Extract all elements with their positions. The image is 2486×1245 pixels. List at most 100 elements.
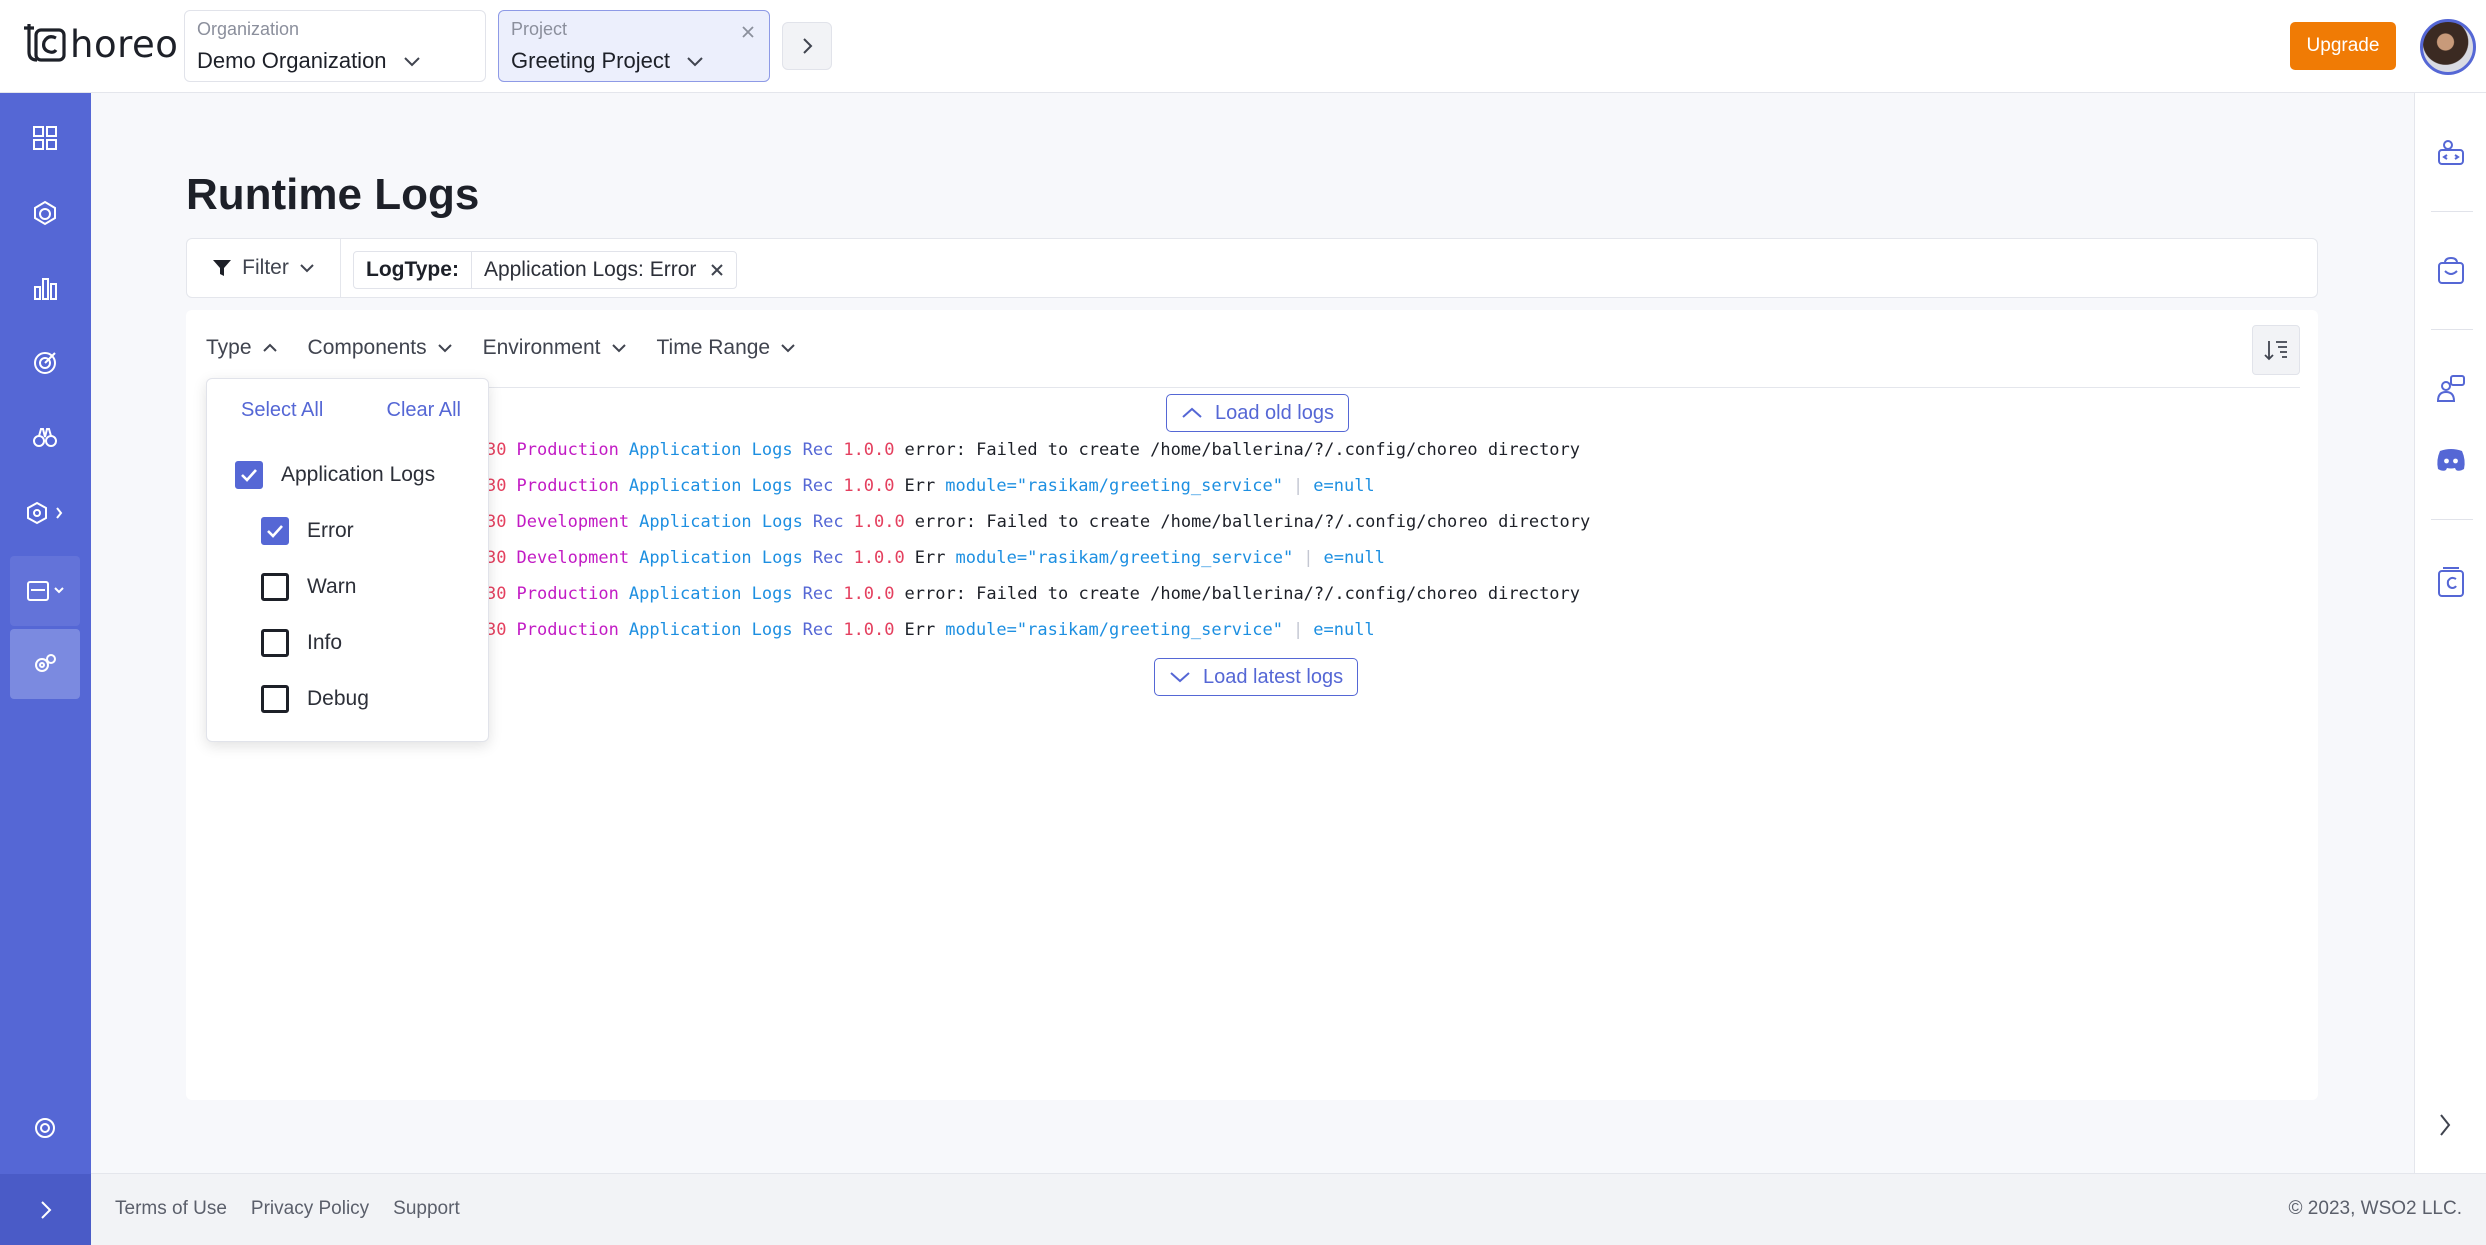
type-option-debug[interactable]: Debug: [261, 685, 369, 713]
tab-environment[interactable]: Environment: [483, 336, 627, 360]
tab-type-label: Type: [206, 336, 252, 359]
log-message: Err: [904, 620, 936, 640]
checkbox-icon[interactable]: [261, 629, 289, 657]
type-option-warn[interactable]: Warn: [261, 573, 356, 601]
gear-icon: [35, 1118, 55, 1138]
rail-expand-icon[interactable]: [2438, 1112, 2452, 1138]
checkbox-icon[interactable]: [261, 685, 289, 713]
choreo-logo[interactable]: horeo: [20, 22, 178, 66]
type-option-error[interactable]: Error: [261, 517, 354, 545]
log-timestamp: 30: [486, 548, 507, 568]
rail-discord-button[interactable]: [2415, 430, 2486, 490]
log-component: Rec: [802, 476, 834, 496]
log-type: Application Logs: [639, 548, 803, 568]
log-environment: Development: [516, 512, 630, 532]
log-timestamp: 30: [486, 512, 507, 532]
log-line: 30 Production Application Logs Rec 1.0.0 Err m…: [486, 612, 1600, 648]
type-option-label: Debug: [307, 687, 369, 710]
log-component: Rec: [802, 440, 834, 460]
organization-label: Organization: [197, 19, 300, 39]
checkbox-icon[interactable]: [261, 573, 289, 601]
sort-button[interactable]: [2252, 325, 2300, 375]
sidebar-item-runtime-logs[interactable]: [10, 629, 80, 699]
log-attribute: module="rasikam/greeting_service": [945, 620, 1283, 640]
load-old-logs-label: Load old logs: [1215, 401, 1334, 424]
filter-bar: Filter LogType: Application Logs: Error: [186, 238, 2318, 298]
load-latest-logs-button[interactable]: Load latest logs: [1154, 658, 1359, 696]
rail-marketplace-button[interactable]: [2415, 241, 2486, 301]
sidebar-item-insights[interactable]: [10, 328, 80, 398]
chevron-down-icon: [781, 344, 795, 353]
logs-panel: Type Components Environment Time Range L…: [186, 310, 2318, 1100]
log-timestamp: 30: [486, 476, 507, 496]
log-line: 30 Development Application Logs Rec 1.0.0 err…: [486, 504, 1600, 540]
clear-all-button[interactable]: Clear All: [387, 399, 461, 422]
tab-type[interactable]: Type: [206, 336, 278, 360]
close-icon[interactable]: [710, 263, 724, 277]
filter-button[interactable]: Filter: [187, 239, 341, 297]
terms-link[interactable]: Terms of Use: [115, 1198, 227, 1220]
next-level-button[interactable]: [782, 22, 832, 70]
privacy-link[interactable]: Privacy Policy: [251, 1198, 369, 1220]
log-version: 1.0.0: [843, 620, 895, 640]
upgrade-button[interactable]: Upgrade: [2290, 22, 2396, 70]
log-version: 1.0.0: [853, 548, 905, 568]
log-type: Application Logs: [628, 440, 793, 460]
rail-support-button[interactable]: [2415, 359, 2486, 419]
sidebar-item-components[interactable]: [10, 178, 80, 248]
target-icon: [34, 352, 56, 374]
user-avatar[interactable]: [2420, 19, 2476, 75]
grid-icon: [33, 126, 57, 150]
log-separator: |: [1303, 548, 1314, 568]
robot-code-icon: [2438, 140, 2464, 165]
checkbox-checked-icon[interactable]: [235, 461, 263, 489]
load-old-logs-button[interactable]: Load old logs: [1166, 394, 1349, 432]
basket-icon: [2438, 256, 2464, 284]
sidebar-item-settings[interactable]: [10, 1093, 80, 1163]
sidebar-item-overview[interactable]: [10, 103, 80, 173]
log-message: Err: [904, 476, 936, 496]
log-separator: |: [1293, 620, 1304, 640]
sidebar-item-observability[interactable]: [10, 403, 80, 473]
log-version: 1.0.0: [843, 440, 895, 460]
chevron-down-icon: [1170, 672, 1190, 683]
log-component: Rec: [802, 620, 834, 640]
page-title: Runtime Logs: [186, 170, 480, 219]
type-option-application-logs[interactable]: Application Logs: [235, 461, 435, 489]
organization-selector[interactable]: Organization Demo Organization: [184, 10, 486, 82]
components-icon: [34, 200, 56, 226]
type-option-label: Warn: [307, 575, 357, 598]
log-message: error: Failed to create /home/ballerina/…: [914, 512, 1591, 532]
tab-components[interactable]: Components: [308, 336, 453, 360]
sidebar-item-analytics[interactable]: [10, 253, 80, 323]
log-environment: Production: [516, 620, 619, 640]
rail-docs-button[interactable]: [2415, 552, 2486, 612]
checkbox-checked-icon[interactable]: [261, 517, 289, 545]
chevron-down-icon: [437, 344, 452, 353]
log-line: 30 Production Application Logs Rec 1.0.0 erro…: [486, 576, 1600, 612]
support-link[interactable]: Support: [393, 1198, 460, 1220]
select-all-button[interactable]: Select All: [241, 399, 323, 422]
rail-devops-button[interactable]: [2415, 123, 2486, 183]
binoculars-icon: [33, 428, 57, 447]
log-component: Rec: [812, 548, 844, 568]
top-bar: horeo Organization Demo Organization Pro…: [0, 0, 2486, 93]
sort-icon: [2264, 341, 2287, 361]
log-environment: Development: [516, 548, 630, 568]
log-environment: Production: [516, 584, 619, 604]
choreo-docs-icon: [2438, 567, 2464, 597]
sidebar-expand-button[interactable]: [0, 1174, 91, 1245]
log-attribute: e=null: [1313, 476, 1375, 496]
sidebar-item-settings-group[interactable]: [10, 478, 80, 548]
tab-time-range[interactable]: Time Range: [657, 336, 797, 360]
close-icon[interactable]: [741, 25, 755, 39]
sidebar-item-logs[interactable]: [10, 556, 80, 626]
filter-label: Filter: [242, 256, 289, 279]
right-rail: [2414, 93, 2486, 1173]
type-option-info[interactable]: Info: [261, 629, 342, 657]
project-selector[interactable]: Project Greeting Project: [498, 10, 770, 82]
log-version: 1.0.0: [853, 512, 905, 532]
logs-icon: [27, 581, 64, 601]
log-message: error: Failed to create /home/ballerina/…: [904, 440, 1581, 460]
type-option-label: Info: [307, 631, 343, 654]
